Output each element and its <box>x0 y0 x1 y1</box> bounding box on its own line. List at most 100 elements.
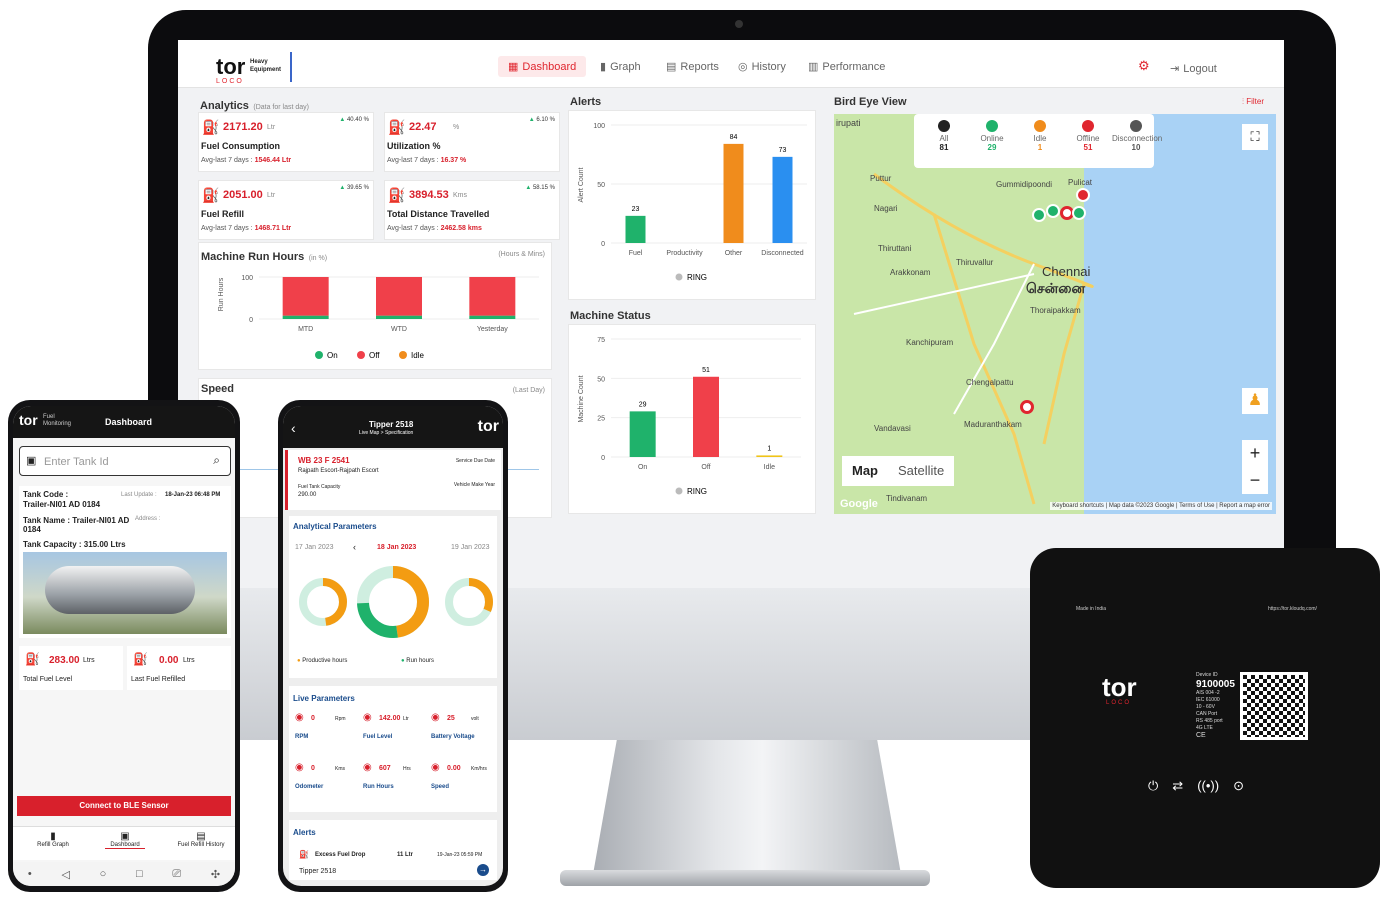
map-label: Chennai <box>1042 264 1091 279</box>
bar-off[interactable] <box>282 277 329 316</box>
top-bar: tor Heavy Equipment LOCO ▦ Dashboard ▮ Grap… <box>178 40 1284 88</box>
legend-label[interactable]: On <box>327 351 338 360</box>
analytics-card: ⛽ 2051.00 Ltr ▲ 39.65 % Fuel Refill Avg-… <box>198 180 374 240</box>
odometer-icon: ◉ <box>295 762 304 773</box>
x-tick-label: Fuel <box>629 250 643 257</box>
filter-icon: ⫶ <box>1242 97 1244 106</box>
legend-label[interactable]: Idle <box>411 351 424 360</box>
online-marker[interactable] <box>1046 204 1060 218</box>
y-tick-label: 100 <box>593 123 605 130</box>
offline-marker[interactable] <box>1076 188 1090 202</box>
analytics-card: ⛽ 2171.20 Ltr ▲ 40.40 % Fuel Consumption… <box>198 112 374 172</box>
online-marker[interactable] <box>1072 206 1086 220</box>
bar-on[interactable] <box>282 315 329 319</box>
zoom-in-button[interactable]: + <box>1242 440 1268 467</box>
bar-off[interactable] <box>469 277 516 316</box>
search-icon[interactable]: ⌕ <box>213 453 220 468</box>
home-icon[interactable]: ○ <box>100 868 107 880</box>
data-label: 29 <box>639 401 647 408</box>
chevron-left-icon[interactable]: ‹ <box>353 542 356 552</box>
qr-code <box>1240 672 1308 740</box>
status-filter-online[interactable]: Online 29 <box>968 118 1016 152</box>
machine-status-title: Machine Status <box>570 310 651 322</box>
map-label: irupati <box>836 118 861 128</box>
settings-icon[interactable]: ⚙ <box>1138 58 1150 74</box>
bar[interactable] <box>756 455 783 457</box>
nav-history[interactable]: ◎ History <box>738 60 786 74</box>
nav-performance[interactable]: ▥ Performance <box>808 60 885 74</box>
nav-dashboard[interactable]: ▦ Dashboard <box>498 56 587 77</box>
satellite-button[interactable]: Satellite <box>888 456 954 486</box>
logout-button[interactable]: ⇥ Logout <box>1170 62 1217 76</box>
map-footer: Keyboard shortcuts | Map data ©2023 Goog… <box>1050 502 1272 510</box>
tab-dashboard[interactable]: ▣ Dashboard <box>105 831 145 849</box>
pegman-icon[interactable]: ♟ <box>1242 388 1268 414</box>
game-icon[interactable]: ⎚ <box>172 868 181 881</box>
last-refill-card: ⛽ 0.00 Ltrs Last Fuel Refilled <box>127 646 231 690</box>
map-label: Chengalpattu <box>966 378 1014 387</box>
bar[interactable] <box>772 156 793 243</box>
tab-refill-graph[interactable]: ▮ Refill Graph <box>33 831 73 848</box>
map-view[interactable]: All 81 Online 29 Idle 1 Offline 51 Disco… <box>834 114 1276 514</box>
accessibility-icon[interactable]: ✣ <box>211 868 220 881</box>
bar-on[interactable] <box>469 315 516 319</box>
bar-on[interactable] <box>376 315 422 319</box>
nav-graph[interactable]: ▮ Graph <box>600 60 641 74</box>
status-filter-all[interactable]: All 81 <box>920 118 968 152</box>
bar[interactable] <box>723 143 744 243</box>
tab-fuel-refill-history[interactable]: ▤ Fuel Refill History <box>173 831 229 848</box>
imac-stand <box>592 740 902 880</box>
offline-marker[interactable] <box>1020 400 1034 414</box>
live-param: ◉ 0 Kms Odometer <box>295 762 345 790</box>
legend-label[interactable]: Off <box>369 351 380 360</box>
map-label: Vandavasi <box>874 424 911 433</box>
power-icon: ⏻ <box>1148 778 1159 793</box>
x-tick-label: Off <box>701 464 710 471</box>
x-tick-label: Productivity <box>666 250 703 257</box>
legend-swatch <box>315 351 323 359</box>
y-tick-label: 0 <box>249 317 253 324</box>
map-label: Puttur <box>870 174 892 183</box>
tank-card[interactable]: Tank Code : Trailer-NI01 AD 0184 Last Up… <box>19 486 231 638</box>
y-tick-label: 100 <box>241 275 253 282</box>
map-label: Thiruvallur <box>956 258 994 267</box>
fuel-level-icon: ◉ <box>363 712 372 723</box>
bar-off[interactable] <box>376 277 422 316</box>
android-nav-bar: • ◁ ○ □ ⎚ ✣ <box>13 862 235 886</box>
tank-search-field[interactable]: ▣ Enter Tank Id ⌕ <box>19 446 231 476</box>
bottom-tab-bar: ▮ Refill Graph ▣ Dashboard ▤ Fuel Refill Hi… <box>13 826 235 860</box>
online-marker[interactable] <box>1032 208 1046 222</box>
zoom-out-button[interactable]: − <box>1242 467 1268 494</box>
y-tick-label: 0 <box>601 455 605 462</box>
map-label: Nagari <box>874 204 898 213</box>
back-icon[interactable]: ◁ <box>61 868 69 881</box>
online-icon <box>986 120 998 132</box>
filter-button[interactable]: ⫶ Filter <box>1242 97 1264 107</box>
bar[interactable] <box>625 215 646 243</box>
speed-icon: ◉ <box>431 762 440 773</box>
recents-icon[interactable]: □ <box>136 868 143 880</box>
fullscreen-icon[interactable]: ⛶ <box>1242 124 1268 150</box>
all-icon <box>938 120 950 132</box>
connect-ble-button[interactable]: Connect to BLE Sensor <box>17 796 231 816</box>
status-filter-disconnection[interactable]: Disconnection 10 <box>1112 118 1162 152</box>
bar[interactable] <box>693 376 719 457</box>
live-param: ◉ 142.00 Ltr Fuel Level <box>363 712 409 740</box>
status-filter-idle[interactable]: Idle 1 <box>1016 118 1064 152</box>
rpm-icon: ◉ <box>295 712 304 723</box>
fuel-refill-icon: ⛽ <box>202 187 220 203</box>
map-button[interactable]: Map <box>842 456 888 486</box>
nav-reports[interactable]: ▤ Reports <box>666 60 719 74</box>
report-icon: ▤ <box>666 61 677 73</box>
arrow-right-icon[interactable]: → <box>477 864 489 876</box>
status-panel: All 81 Online 29 Idle 1 Offline 51 Disco… <box>914 114 1162 168</box>
bar[interactable] <box>629 411 656 457</box>
status-filter-offline[interactable]: Offline 51 <box>1064 118 1112 152</box>
phone1-screen: tor Fuel Monitoring Dashboard ▣ Enter Tan… <box>13 406 235 886</box>
alerts-title: Alerts <box>570 96 602 108</box>
map-label: சென்னை <box>1026 280 1086 296</box>
back-icon[interactable]: ‹ <box>291 420 296 436</box>
tank-image <box>23 552 227 634</box>
camera-icon <box>735 20 743 28</box>
y-tick-label: 25 <box>597 416 605 423</box>
